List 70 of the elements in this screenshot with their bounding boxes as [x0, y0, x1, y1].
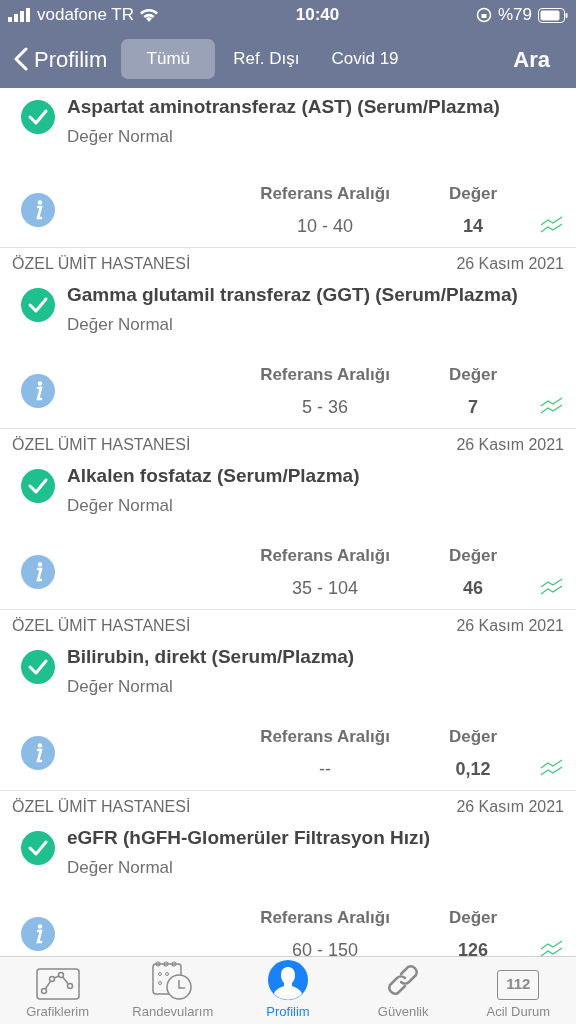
- tab-bar-item[interactable]: Randevularım: [117, 957, 228, 1024]
- result-date: 26 Kasım 2021: [456, 435, 564, 455]
- chevron-left-icon: [14, 47, 28, 71]
- reference-range: 35 - 104: [291, 577, 359, 600]
- info-icon[interactable]: [21, 374, 55, 408]
- battery-percentage: %79: [497, 4, 532, 27]
- reference-range-label: Referans Aralığı: [260, 907, 390, 929]
- reference-range-label: Referans Aralığı: [260, 183, 390, 205]
- result-value: 46: [463, 577, 483, 600]
- result-status: Değer Normal: [67, 126, 174, 148]
- tab-bar-item[interactable]: Güvenlik: [348, 957, 459, 1024]
- test-title: Aspartat aminotransferaz (AST) (Serum/Plazma): [67, 95, 500, 119]
- value-label: Değer: [448, 726, 498, 748]
- chart-icon: [35, 967, 80, 1000]
- reference-range: 60 - 150: [291, 939, 359, 956]
- info-icon[interactable]: [21, 555, 55, 589]
- reference-range-label: Referans Aralığı: [260, 364, 390, 386]
- hospital-name: ÖZEL ÜMİT HASTANESİ: [12, 435, 191, 455]
- reference-range-label: Referans Aralığı: [260, 545, 390, 567]
- value-label: Değer: [448, 545, 498, 567]
- reference-range-label: Referans Aralığı: [260, 726, 390, 748]
- result-status: Değer Normal: [67, 857, 174, 879]
- segment-tab[interactable]: Covid 19: [317, 39, 413, 79]
- result-status: Değer Normal: [67, 676, 174, 698]
- result-status: Değer Normal: [67, 495, 174, 517]
- test-title: Gamma glutamil transferaz (GGT) (Serum/Plazma): [67, 283, 518, 307]
- hospital-name: ÖZEL ÜMİT HASTANESİ: [12, 616, 191, 636]
- result-value: 7: [468, 396, 478, 419]
- trend-icon[interactable]: [540, 759, 564, 777]
- info-icon[interactable]: [21, 917, 55, 951]
- result-value: 0,12: [455, 758, 491, 781]
- carrier-name: vodafone TR: [37, 4, 135, 27]
- calendar-clock-icon: [151, 959, 194, 1000]
- value-label: Değer: [448, 907, 498, 929]
- result-date: 26 Kasım 2021: [456, 254, 564, 274]
- emergency-number-icon: 112: [497, 969, 540, 1000]
- segment-tab[interactable]: Tümü: [121, 39, 216, 79]
- rotation-lock-icon: [475, 7, 492, 23]
- reference-range: --: [319, 758, 331, 781]
- person-icon: [267, 959, 308, 1000]
- result-value: 14: [463, 215, 483, 238]
- result-status: Değer Normal: [67, 314, 174, 336]
- back-button[interactable]: Profilim: [14, 42, 108, 76]
- test-title: Alkalen fosfataz (Serum/Plazma): [67, 464, 360, 488]
- reference-range: 5 - 36: [302, 396, 348, 419]
- battery-icon: [538, 7, 568, 23]
- result-date: 26 Kasım 2021: [456, 616, 564, 636]
- clock-time: 10:40: [295, 4, 340, 27]
- value-label: Değer: [448, 183, 498, 205]
- trend-icon[interactable]: [540, 216, 564, 234]
- trend-icon[interactable]: [540, 397, 564, 415]
- result-date: 26 Kasım 2021: [456, 797, 564, 817]
- info-icon[interactable]: [21, 736, 55, 770]
- tab-bar-item[interactable]: Grafiklerim: [2, 957, 113, 1024]
- hospital-name: ÖZEL ÜMİT HASTANESİ: [12, 254, 191, 274]
- tab-bar-item[interactable]: Profilim: [232, 957, 343, 1024]
- reference-range: 10 - 40: [296, 215, 353, 238]
- trend-icon[interactable]: [540, 940, 564, 956]
- info-icon[interactable]: [21, 193, 55, 227]
- value-label: Değer: [448, 364, 498, 386]
- hospital-name: ÖZEL ÜMİT HASTANESİ: [12, 797, 191, 817]
- trend-icon[interactable]: [540, 578, 564, 596]
- search-button[interactable]: Ara: [513, 42, 562, 76]
- test-title: eGFR (hGFH-Glomerüler Filtrasyon Hızı): [67, 826, 431, 850]
- tab-bar-item[interactable]: 112 Acil Durum: [463, 957, 574, 1024]
- segment-tab[interactable]: Ref. Dışı: [219, 39, 314, 79]
- signal-icon: [8, 8, 32, 22]
- result-value: 126: [457, 939, 488, 956]
- test-title: Bilirubin, direkt (Serum/Plazma): [67, 645, 355, 669]
- wifi-icon: [139, 7, 160, 23]
